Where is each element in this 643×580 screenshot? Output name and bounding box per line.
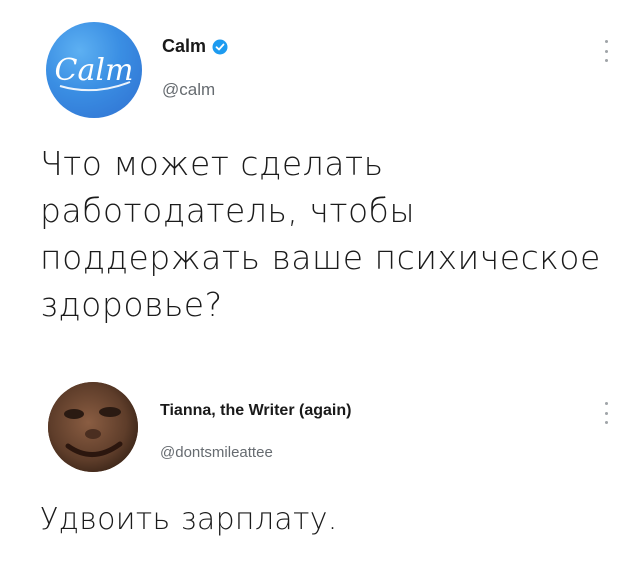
- tweet-text: Что может сделать работодатель, чтобы по…: [40, 144, 601, 324]
- author-row: Calm: [162, 36, 228, 57]
- avatar-tianna[interactable]: [48, 382, 138, 472]
- display-name[interactable]: Tianna, the Writer (again): [160, 402, 351, 420]
- handle[interactable]: @dontsmileattee: [160, 444, 273, 461]
- verified-badge-icon: [212, 39, 228, 55]
- display-name[interactable]: Calm: [162, 36, 206, 57]
- avatar-calm[interactable]: Calm: [46, 22, 142, 118]
- calm-logo-icon: Calm: [55, 53, 134, 92]
- calm-logo-text: Calm: [55, 53, 134, 88]
- tweet-tianna: Tianna, the Writer (again) @dontsmileatt…: [0, 360, 643, 580]
- more-options-icon[interactable]: [603, 40, 609, 62]
- tweet-calm: Calm Calm @calm Что может сделать работо…: [0, 0, 643, 350]
- handle[interactable]: @calm: [162, 80, 215, 100]
- more-options-icon[interactable]: [603, 402, 609, 424]
- author-row: Tianna, the Writer (again): [160, 402, 351, 420]
- tweet-text: Удвоить зарплату.: [40, 502, 338, 537]
- face-photo-icon: [48, 382, 138, 472]
